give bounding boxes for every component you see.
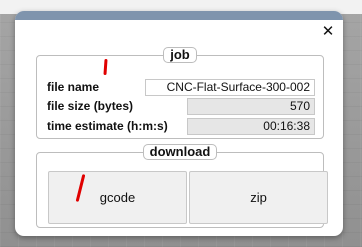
close-icon[interactable]: ✕ bbox=[321, 24, 335, 39]
export-dialog: ✕ job file name CNC-Flat-Surface-300-002… bbox=[15, 11, 343, 236]
time-estimate-row: time estimate (h:m:s) 00:16:38 bbox=[47, 118, 315, 135]
file-size-label: file size (bytes) bbox=[47, 99, 134, 113]
file-name-row: file name CNC-Flat-Surface-300-002 bbox=[47, 79, 315, 96]
file-size-row: file size (bytes) 570 bbox=[47, 98, 315, 115]
job-legend: job bbox=[163, 47, 197, 63]
file-name-field[interactable]: CNC-Flat-Surface-300-002 bbox=[145, 79, 315, 96]
dialog-title-bar bbox=[15, 11, 343, 20]
zip-download-button[interactable]: zip bbox=[189, 171, 328, 224]
file-name-label: file name bbox=[47, 80, 100, 94]
time-estimate-value: 00:16:38 bbox=[187, 118, 315, 135]
job-group: job file name CNC-Flat-Surface-300-002 f… bbox=[36, 47, 324, 139]
download-legend: download bbox=[142, 144, 218, 160]
time-estimate-label: time estimate (h:m:s) bbox=[47, 119, 168, 133]
file-size-value: 570 bbox=[187, 98, 315, 115]
gcode-download-button[interactable]: gcode bbox=[48, 171, 187, 224]
